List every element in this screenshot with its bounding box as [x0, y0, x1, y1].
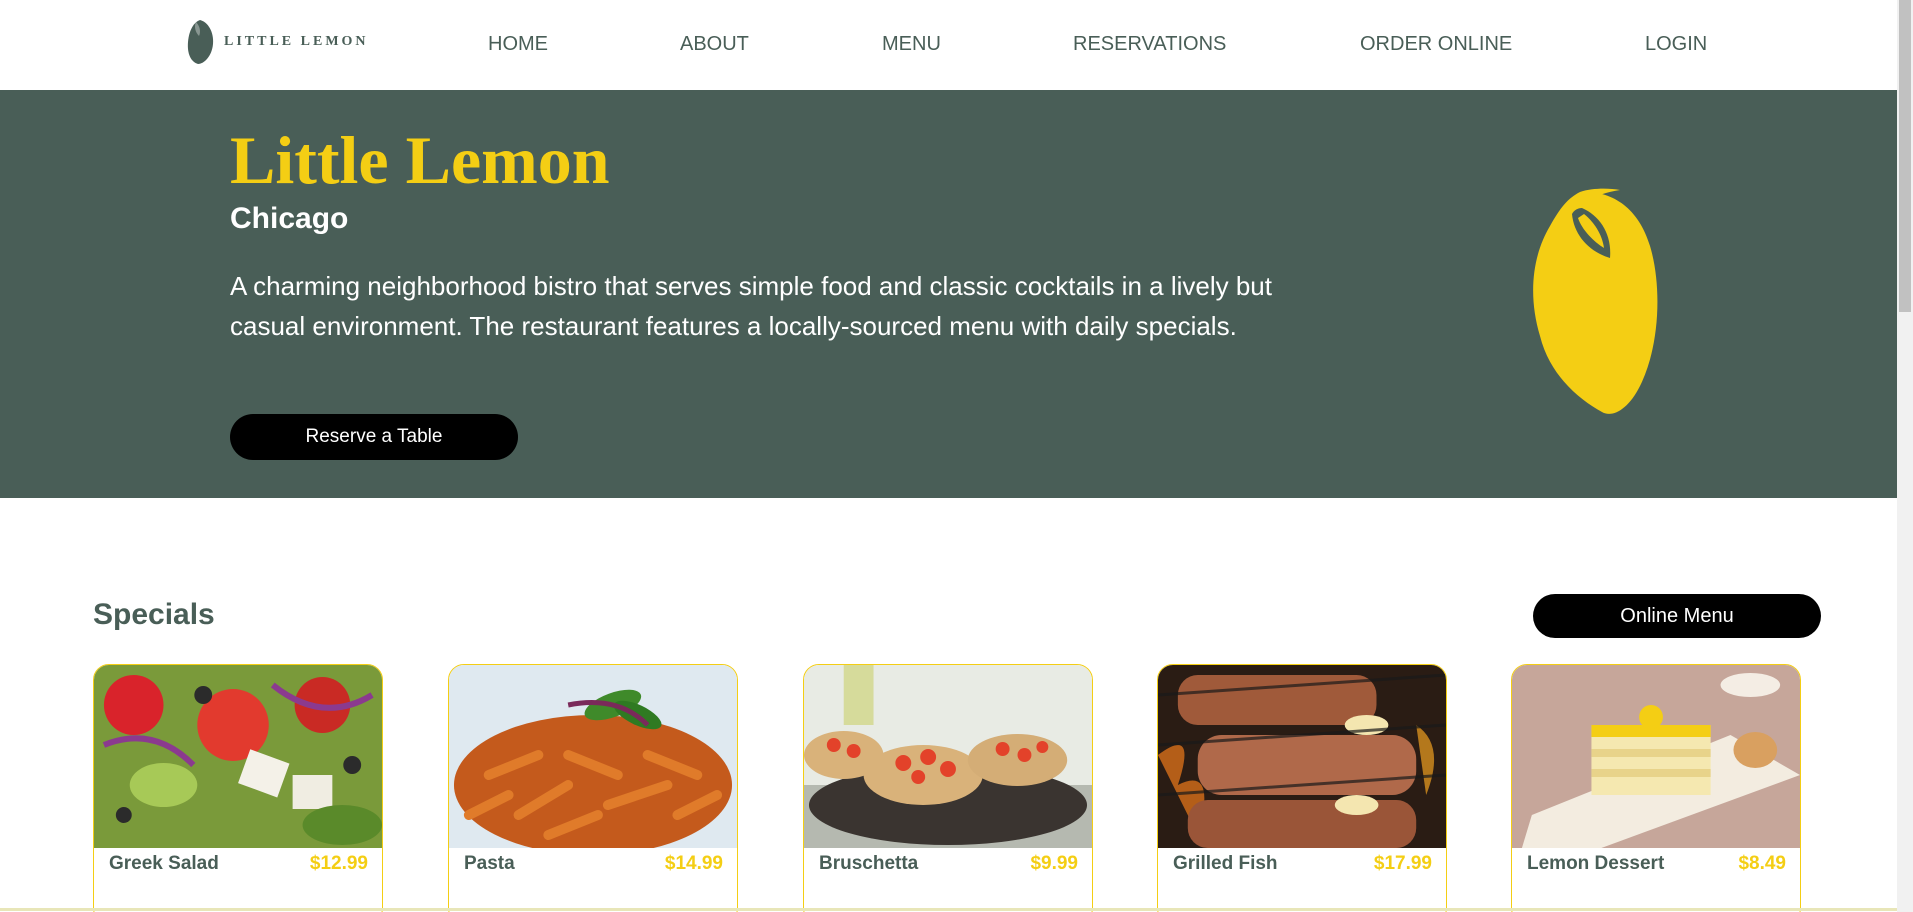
grilled-fish-image	[1158, 665, 1446, 848]
special-card-lemon-dessert[interactable]: Lemon Dessert $8.49	[1511, 664, 1801, 912]
lemon-illustration-icon	[1533, 188, 1658, 414]
special-price: $8.49	[1738, 853, 1786, 874]
card-footer: Greek Salad $12.99	[94, 853, 382, 883]
special-card-greek-salad[interactable]: Greek Salad $12.99	[93, 664, 383, 912]
vertical-scrollbar[interactable]	[1897, 0, 1913, 912]
nav-menu[interactable]: MENU	[882, 33, 941, 56]
hero-section: Little Lemon Chicago A charming neighbor…	[0, 90, 1897, 498]
special-name: Bruschetta	[819, 853, 919, 874]
hero-city: Chicago	[230, 202, 349, 235]
hero-description: A charming neighborhood bistro that serv…	[230, 271, 1272, 341]
nav-login[interactable]: LOGIN	[1645, 33, 1707, 56]
special-card-bruschetta[interactable]: Bruschetta $9.99	[803, 664, 1093, 912]
nav-home[interactable]: HOME	[488, 33, 548, 56]
card-footer: Pasta $14.99	[449, 853, 737, 883]
pasta-image	[449, 665, 737, 848]
special-name: Greek Salad	[109, 853, 219, 874]
special-card-pasta[interactable]: Pasta $14.99	[448, 664, 738, 912]
section-divider	[0, 908, 1897, 911]
specials-title: Specials	[93, 598, 215, 631]
site-header: LITTLE LEMON HOME ABOUT MENU RESERVATION…	[0, 0, 1897, 90]
greek-salad-image	[94, 665, 382, 848]
online-menu-button[interactable]: Online Menu	[1533, 594, 1821, 638]
nav-about[interactable]: ABOUT	[680, 33, 749, 56]
card-footer: Grilled Fish $17.99	[1158, 853, 1446, 883]
special-name: Pasta	[464, 853, 515, 874]
reserve-table-button[interactable]: Reserve a Table	[230, 414, 518, 460]
card-footer: Bruschetta $9.99	[804, 853, 1092, 883]
special-name: Lemon Dessert	[1527, 853, 1665, 874]
bruschetta-image	[804, 665, 1092, 848]
card-footer: Lemon Dessert $8.49	[1512, 853, 1800, 883]
scrollbar-thumb[interactable]	[1899, 0, 1911, 312]
special-price: $14.99	[664, 853, 723, 874]
special-price: $17.99	[1373, 853, 1432, 874]
special-card-grilled-fish[interactable]: Grilled Fish $17.99	[1157, 664, 1447, 912]
nav-reservations[interactable]: RESERVATIONS	[1073, 33, 1226, 56]
hero-title: Little Lemon	[230, 122, 610, 198]
lemon-dessert-image	[1512, 665, 1800, 848]
nav-order-online[interactable]: ORDER ONLINE	[1360, 33, 1512, 56]
special-name: Grilled Fish	[1173, 853, 1278, 874]
special-price: $12.99	[309, 853, 368, 874]
main-nav: HOME ABOUT MENU RESERVATIONS ORDER ONLIN…	[0, 33, 1897, 57]
special-price: $9.99	[1030, 853, 1078, 874]
